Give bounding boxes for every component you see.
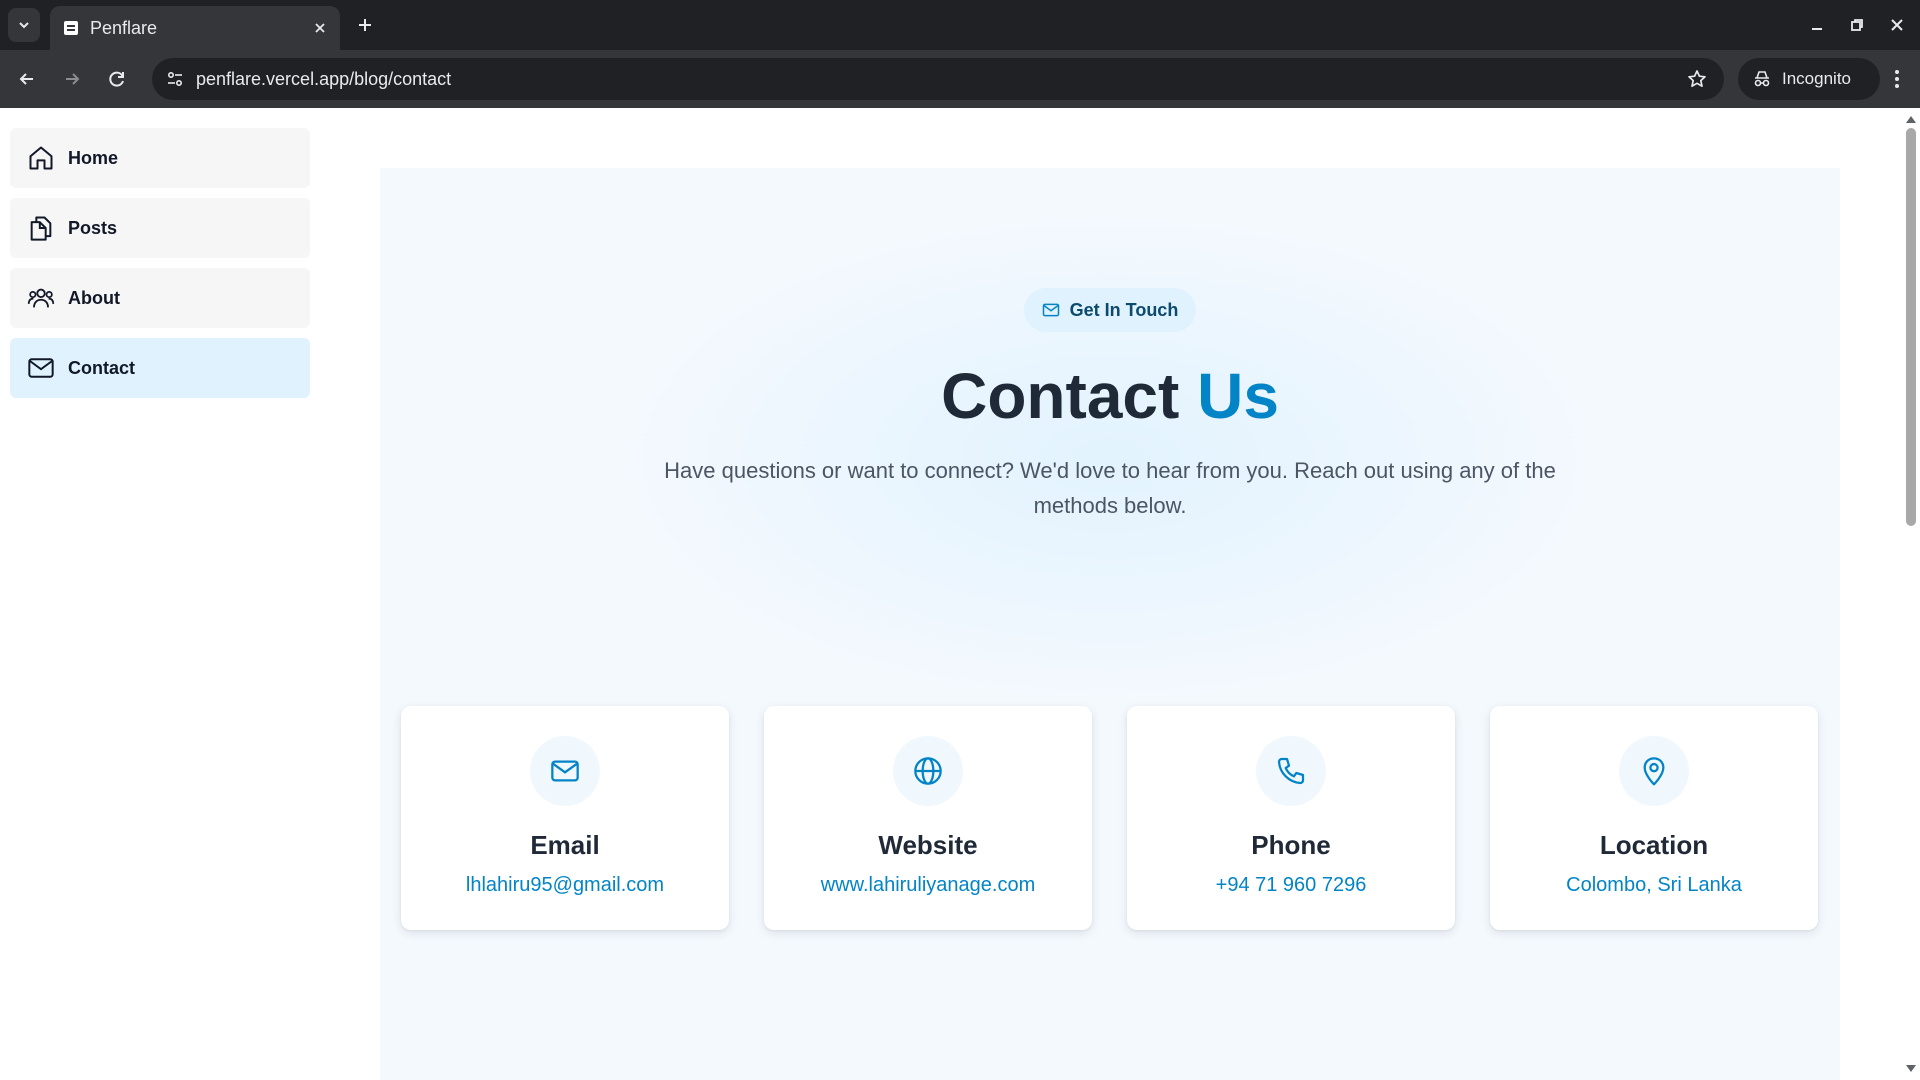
sidebar-item-label: Home [68, 147, 119, 168]
mail-icon [530, 736, 600, 806]
globe-icon [893, 736, 963, 806]
mail-icon [26, 353, 56, 383]
sidebar-item-home[interactable]: Home [10, 128, 310, 188]
incognito-icon [1754, 71, 1770, 87]
more-vertical-icon [1895, 70, 1899, 88]
website-card: Website www.lahiruliyanage.com [764, 706, 1092, 930]
page-subtitle: Have questions or want to connect? We'd … [664, 458, 1556, 518]
incognito-indicator[interactable]: Incognito [1738, 58, 1880, 100]
sidebar-item-label: Posts [68, 217, 118, 238]
tune-icon [167, 71, 183, 87]
documents-icon [26, 213, 56, 243]
close-icon [315, 23, 325, 33]
sidebar-item-label: Contact [68, 357, 135, 378]
new-tab-button[interactable] [352, 12, 378, 38]
window-close-button[interactable] [1884, 12, 1910, 38]
page-viewport: Home Posts About Contact Get In Touch Co… [0, 108, 1920, 1080]
close-icon [1891, 19, 1903, 31]
minimize-icon [1812, 28, 1822, 30]
scroll-up-arrow-icon[interactable] [1906, 116, 1916, 123]
location-link[interactable]: Colombo, Sri Lanka [1490, 874, 1818, 897]
phone-icon [1256, 736, 1326, 806]
users-icon [26, 283, 56, 313]
plus-icon [359, 19, 371, 31]
location-card: Location Colombo, Sri Lanka [1490, 706, 1818, 930]
sidebar-item-contact[interactable]: Contact [10, 338, 310, 398]
tab-title: Penflare [90, 18, 158, 38]
forward-button[interactable] [57, 64, 87, 94]
scrollbar-thumb[interactable] [1906, 128, 1916, 526]
reload-button[interactable] [102, 64, 132, 94]
page-title-accent: Us [1197, 360, 1279, 432]
arrow-right-icon [66, 73, 80, 85]
browser-toolbar: penflare.vercel.app/blog/contact Incogni… [0, 50, 1920, 108]
get-in-touch-badge: Get In Touch [1024, 288, 1196, 332]
tab-close-button[interactable] [308, 16, 332, 40]
restore-icon [1851, 19, 1863, 31]
badge-label: Get In Touch [1069, 299, 1179, 320]
card-title: Email [530, 830, 600, 860]
contact-section: Get In Touch Contact Us Have questions o… [380, 168, 1840, 1080]
mail-icon [1042, 303, 1059, 317]
card-title: Phone [1251, 830, 1331, 860]
back-button[interactable] [12, 64, 42, 94]
card-title: Website [878, 830, 978, 860]
chevron-down-icon [19, 22, 29, 29]
page-scrollbar[interactable] [1902, 108, 1920, 1080]
page-title-main: Contact [941, 360, 1198, 432]
sidebar-nav: Home Posts About Contact [10, 128, 310, 408]
scroll-down-arrow-icon[interactable] [1906, 1065, 1916, 1072]
sidebar-item-label: About [68, 287, 120, 308]
page-title: Contact Us [380, 358, 1840, 435]
site-info-button[interactable] [160, 64, 190, 94]
browser-tab[interactable]: Penflare [50, 6, 340, 50]
arrow-left-icon [19, 73, 33, 85]
browser-tab-strip: Penflare [0, 0, 1920, 50]
browser-menu-button[interactable] [1882, 64, 1912, 94]
bookmark-button[interactable] [1684, 66, 1710, 92]
page-favicon-icon [64, 21, 78, 35]
card-title: Location [1599, 830, 1709, 860]
incognito-label: Incognito [1782, 69, 1851, 88]
sidebar-item-posts[interactable]: Posts [10, 198, 310, 258]
sidebar-item-about[interactable]: About [10, 268, 310, 328]
home-icon [26, 143, 56, 173]
website-link[interactable]: www.lahiruliyanage.com [764, 874, 1092, 897]
minimize-button[interactable] [1804, 12, 1830, 38]
email-card: Email lhlahiru95@gmail.com [401, 706, 729, 930]
star-icon [1688, 70, 1706, 88]
reload-icon [109, 71, 124, 87]
email-link[interactable]: lhlahiru95@gmail.com [401, 874, 729, 897]
phone-link[interactable]: +94 71 960 7296 [1127, 874, 1455, 897]
address-bar[interactable]: penflare.vercel.app/blog/contact [152, 58, 1724, 100]
restore-button[interactable] [1844, 12, 1870, 38]
map-pin-icon [1619, 736, 1689, 806]
url-text[interactable]: penflare.vercel.app/blog/contact [196, 69, 451, 90]
tab-search-button[interactable] [8, 8, 40, 42]
phone-card: Phone +94 71 960 7296 [1127, 706, 1455, 930]
